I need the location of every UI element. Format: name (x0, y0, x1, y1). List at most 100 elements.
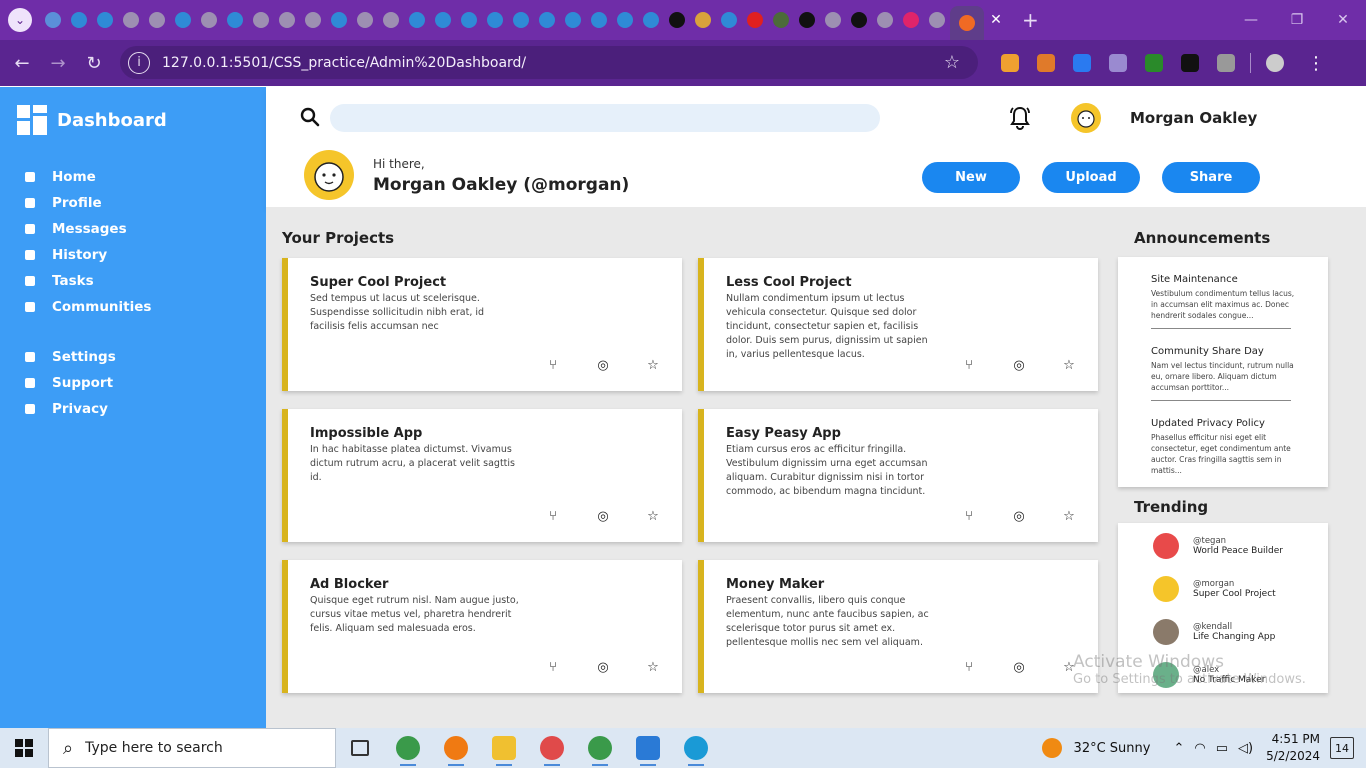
new-tab-icon[interactable]: + (1022, 8, 1039, 32)
extension-icon[interactable] (1109, 54, 1127, 72)
watch-icon[interactable]: ◎ (1008, 659, 1030, 675)
battery-icon[interactable]: ▭ (1216, 741, 1228, 756)
volume-icon[interactable]: ◁) (1238, 741, 1253, 756)
browser-tab[interactable] (586, 0, 612, 40)
announcement-item[interactable]: Community Share Day Nam vel lectus tincid… (1151, 346, 1295, 393)
project-card[interactable]: Super Cool Project Sed tempus ut lacus ut… (282, 258, 682, 391)
browser-tab[interactable] (118, 0, 144, 40)
browser-tab[interactable] (482, 0, 508, 40)
chrome-icon[interactable] (384, 728, 432, 768)
user-avatar[interactable] (1071, 103, 1101, 133)
forward-icon[interactable]: → (40, 53, 76, 74)
star-icon[interactable]: ☆ (642, 659, 664, 675)
browser-tab[interactable] (404, 0, 430, 40)
notification-center-icon[interactable]: 14 (1330, 737, 1354, 759)
fork-icon[interactable]: ⑂ (542, 659, 564, 675)
extension-icon[interactable] (1266, 54, 1284, 72)
sidebar-item-communities[interactable]: Communities (25, 294, 266, 320)
browser-tab[interactable] (794, 0, 820, 40)
extension-icon[interactable] (1001, 54, 1019, 72)
search-icon[interactable] (300, 107, 320, 127)
browser-tab[interactable] (560, 0, 586, 40)
reload-icon[interactable]: ↻ (76, 53, 112, 74)
browser-tab[interactable] (950, 6, 984, 40)
browser-tab[interactable] (66, 0, 92, 40)
close-window-icon[interactable]: ✕ (1320, 0, 1366, 40)
project-card[interactable]: Less Cool Project Nullam condimentum ipsu… (698, 258, 1098, 391)
browser-menu-icon[interactable]: ⋮ (1307, 53, 1325, 74)
task-view-icon[interactable] (336, 728, 384, 768)
network-icon[interactable]: ◠ (1194, 741, 1205, 756)
browser-tab[interactable] (92, 0, 118, 40)
sidebar-item-tasks[interactable]: Tasks (25, 268, 266, 294)
fork-icon[interactable]: ⑂ (958, 357, 980, 373)
browser-tab[interactable] (846, 0, 872, 40)
browser-tab[interactable] (742, 0, 768, 40)
extension-icon[interactable] (1037, 54, 1055, 72)
sidebar-item-home[interactable]: Home (25, 164, 266, 190)
browser-tab[interactable] (222, 0, 248, 40)
bookmark-star-icon[interactable]: ☆ (944, 52, 960, 73)
project-card[interactable]: Money Maker Praesent convallis, libero qu… (698, 560, 1098, 693)
clock[interactable]: 4:51 PM 5/2/2024 (1266, 731, 1320, 765)
vscode-icon[interactable] (624, 728, 672, 768)
taskbar-search[interactable]: ⌕ Type here to search (48, 728, 336, 768)
watch-icon[interactable]: ◎ (1008, 357, 1030, 373)
browser-tab[interactable] (378, 0, 404, 40)
file-explorer-icon[interactable] (480, 728, 528, 768)
minimize-icon[interactable]: — (1228, 0, 1274, 40)
sidebar-item-support[interactable]: Support (25, 370, 266, 396)
fork-icon[interactable]: ⑂ (958, 659, 980, 675)
browser-tab[interactable] (690, 0, 716, 40)
search-input[interactable] (330, 104, 880, 132)
chrome-profile-icon[interactable] (576, 728, 624, 768)
browser-tab[interactable] (534, 0, 560, 40)
header-user-name[interactable]: Morgan Oakley (1130, 109, 1257, 127)
notification-bell-icon[interactable] (1008, 105, 1032, 131)
browser-tab[interactable] (170, 0, 196, 40)
project-card[interactable]: Ad Blocker Quisque eget rutrum nisl. Nam … (282, 560, 682, 693)
windows-start-icon[interactable] (0, 728, 48, 768)
sidebar-item-messages[interactable]: Messages (25, 216, 266, 242)
weather-text[interactable]: 32°C Sunny (1074, 741, 1151, 756)
tab-search-icon[interactable]: ⌄ (8, 8, 32, 32)
browser-tab[interactable] (430, 0, 456, 40)
trending-item[interactable]: @kendall Life Changing App (1153, 619, 1275, 645)
back-icon[interactable]: ← (4, 53, 40, 74)
browser-tab[interactable] (820, 0, 846, 40)
fork-icon[interactable]: ⑂ (958, 508, 980, 524)
browser-tab[interactable] (872, 0, 898, 40)
star-icon[interactable]: ☆ (642, 357, 664, 373)
browser-tab[interactable] (300, 0, 326, 40)
snipping-tool-icon[interactable] (528, 728, 576, 768)
weather-sun-icon[interactable] (1041, 738, 1062, 758)
trending-item[interactable]: @morgan Super Cool Project (1153, 576, 1276, 602)
browser-tab[interactable] (924, 0, 950, 40)
browser-tab[interactable] (768, 0, 794, 40)
project-card[interactable]: Impossible App In hac habitasse platea di… (282, 409, 682, 542)
star-icon[interactable]: ☆ (642, 508, 664, 524)
fork-icon[interactable]: ⑂ (542, 357, 564, 373)
watch-icon[interactable]: ◎ (1008, 508, 1030, 524)
browser-tab[interactable] (456, 0, 482, 40)
close-tab-icon[interactable]: ✕ (984, 12, 1008, 28)
browser-tab[interactable] (612, 0, 638, 40)
sidebar-item-settings[interactable]: Settings (25, 344, 266, 370)
browser-tab[interactable] (40, 0, 66, 40)
watch-icon[interactable]: ◎ (592, 357, 614, 373)
address-url[interactable]: 127.0.0.1:5501/CSS_practice/Admin%20Dash… (162, 55, 526, 71)
browser-tab[interactable] (352, 0, 378, 40)
address-bar[interactable]: i 127.0.0.1:5501/CSS_practice/Admin%20Da… (120, 46, 978, 79)
announcement-item[interactable]: Site Maintenance Vestibulum condimentum t… (1151, 274, 1295, 321)
edge-icon[interactable] (672, 728, 720, 768)
browser-tab[interactable] (508, 0, 534, 40)
sidebar-item-privacy[interactable]: Privacy (25, 396, 266, 422)
browser-tab[interactable] (326, 0, 352, 40)
share-button[interactable]: Share (1162, 162, 1260, 193)
announcement-item[interactable]: Updated Privacy Policy Phasellus efficitu… (1151, 418, 1295, 476)
trending-item[interactable]: @tegan World Peace Builder (1153, 533, 1283, 559)
sidebar-item-history[interactable]: History (25, 242, 266, 268)
browser-tab[interactable] (196, 0, 222, 40)
star-icon[interactable]: ☆ (1058, 508, 1080, 524)
new-button[interactable]: New (922, 162, 1020, 193)
